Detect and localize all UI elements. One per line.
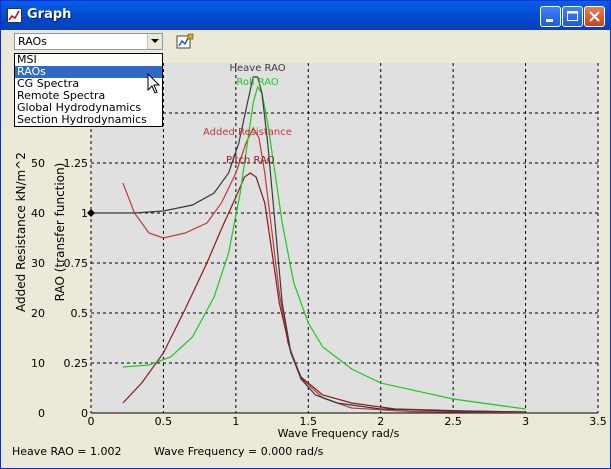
added-resistance-axis-label: Added Resistance kN/m^2 (14, 152, 28, 312)
rao-tick-label: 0.5 (71, 307, 89, 320)
x-axis-label: Wave Frequency rad/s (278, 427, 400, 440)
added-resistance-tick-label: 10 (31, 357, 45, 370)
wave-frequency-readout: Wave Frequency = 0.000 rad/s (154, 445, 323, 458)
series-label-added-resistance: Added Resistance (203, 127, 292, 138)
graph-window: Graph RAOs 0 0.5 1 1.5 2 2.5 3 3.5 0 0.25 0.5 0.75 1… (0, 0, 611, 469)
heave-rao-value: 1.002 (89, 445, 122, 458)
series-label-heave-rao: Heave RAO (230, 63, 286, 74)
added-resistance-tick-label: 20 (31, 307, 45, 320)
x-tick-label: 2.5 (444, 415, 462, 428)
x-tick-label: 0.5 (155, 415, 173, 428)
graph-type-dropdown: MSI RAOs CG Spectra Remote Spectra Global Hy… (14, 53, 163, 127)
series-label-pitch-rao: Pitch RAO (226, 155, 275, 166)
rao-tick-label: 1.25 (64, 157, 89, 170)
added-resistance-tick-label: 40 (31, 207, 45, 220)
x-tick-label: 0 (88, 415, 95, 428)
rao-tick-label: 0.25 (64, 357, 89, 370)
series-label-roll-rao: Roll RAO (236, 77, 279, 88)
x-tick-label: 1 (232, 415, 239, 428)
heave-rao-readout: Heave RAO = 1.002 (12, 445, 121, 458)
rao-tick-label: 1 (81, 207, 88, 220)
added-resistance-tick-label: 30 (31, 257, 45, 270)
cursor-marker (87, 209, 95, 217)
series-line-roll-rao (122, 85, 526, 410)
x-tick-label: 3 (522, 415, 529, 428)
rao-axis-label: RAO (transfer function) (53, 163, 67, 302)
x-tick-label: 3.5 (589, 415, 607, 428)
rao-tick-label: 0.75 (64, 257, 89, 270)
mouse-cursor-icon (147, 73, 161, 94)
added-resistance-tick-label: 0 (38, 407, 45, 420)
added-resistance-tick-label: 50 (31, 157, 45, 170)
rao-tick-label: 0 (81, 407, 88, 420)
wave-frequency-label: Wave Frequency = (154, 445, 258, 458)
series-line-added-resistance (122, 126, 526, 414)
series-line-pitch-rao (122, 172, 526, 413)
wave-frequency-value: 0.000 rad/s (260, 445, 324, 458)
heave-rao-label: Heave RAO = (12, 445, 87, 458)
dropdown-option-section-hydrodynamics[interactable]: Section Hydrodynamics (15, 114, 162, 126)
